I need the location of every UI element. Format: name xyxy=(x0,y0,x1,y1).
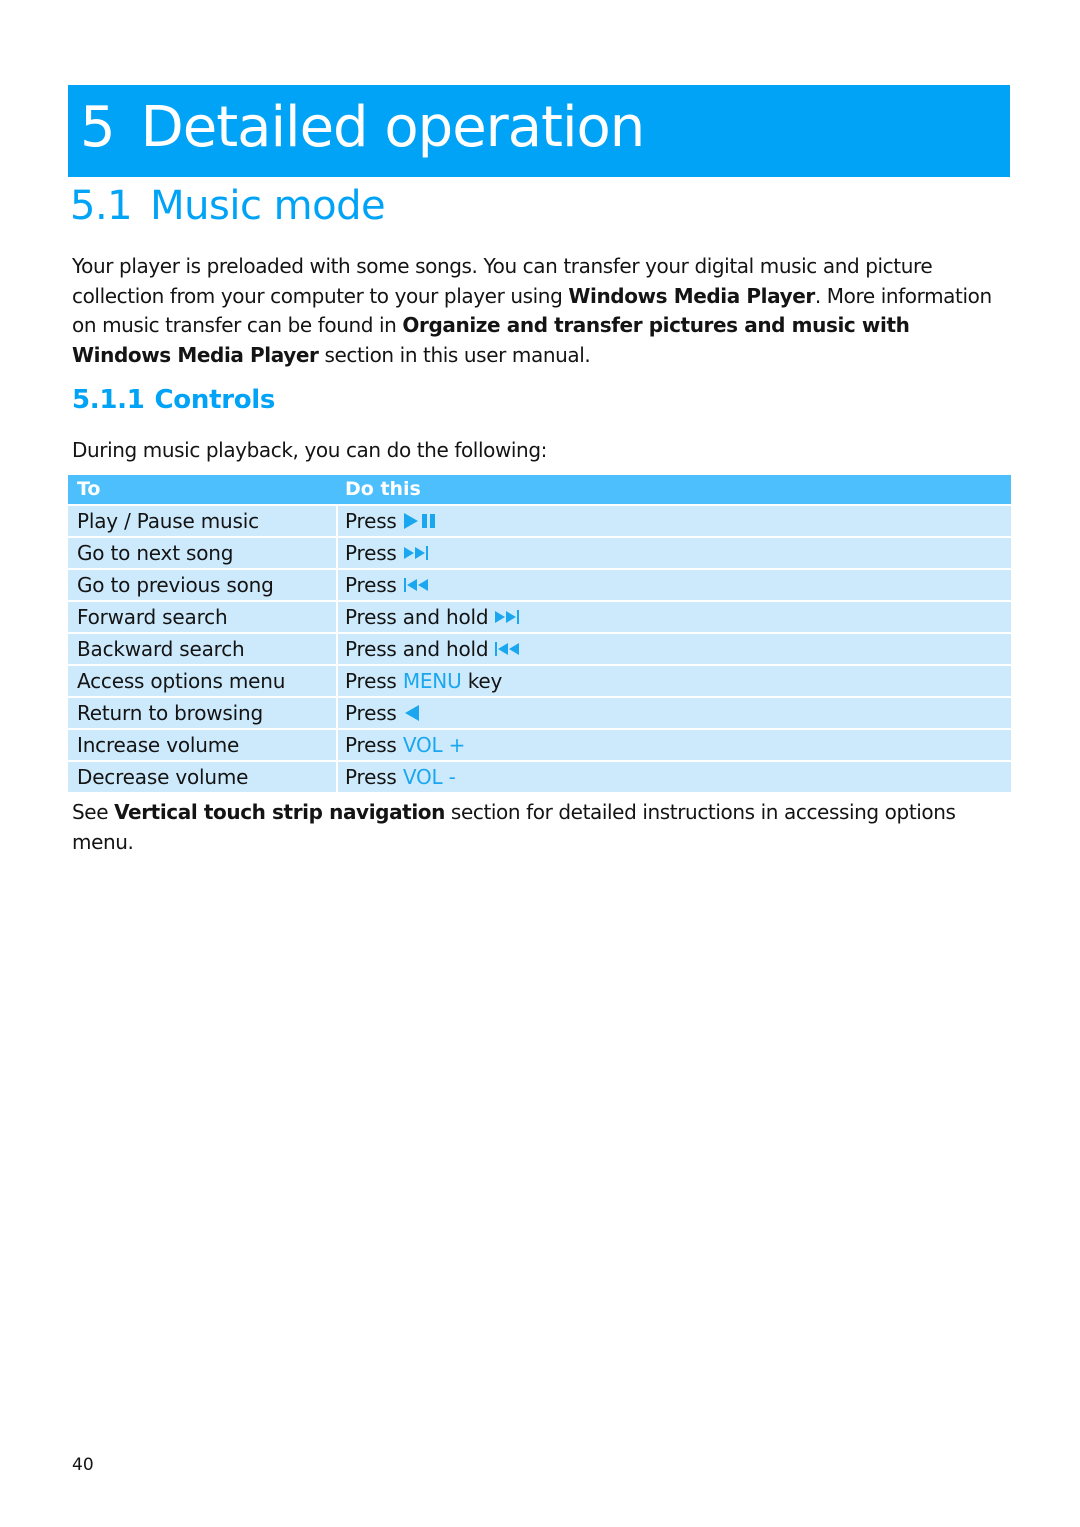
cell-to: Forward search xyxy=(68,601,338,634)
note-bold-section-ref: Vertical touch strip navigation xyxy=(114,800,445,824)
cell-do-this: Press MENU key xyxy=(337,665,1011,698)
key-name: VOL - xyxy=(402,765,456,789)
action-text: Press xyxy=(345,669,397,693)
cell-do-this: Press xyxy=(337,569,1011,602)
cell-to: Backward search xyxy=(68,633,338,666)
key-name: MENU xyxy=(402,669,462,693)
column-header-to: To xyxy=(68,475,338,506)
note-paragraph: See Vertical touch strip navigation sect… xyxy=(72,798,1012,857)
chapter-title: 5 Detailed operation xyxy=(80,92,646,164)
column-header-do-this: Do this xyxy=(337,475,1011,506)
table-row: Go to next song Press xyxy=(68,537,1011,570)
previous-track-icon xyxy=(403,577,431,593)
subsection-number: 5.1.1 xyxy=(72,385,145,415)
action-text: Press xyxy=(345,765,397,789)
next-track-icon xyxy=(403,545,431,561)
lead-text: During music playback, you can do the fo… xyxy=(72,438,547,462)
action-text: Press and hold xyxy=(345,637,489,661)
table-row: Access options menu Press MENU key xyxy=(68,665,1011,698)
cell-to: Increase volume xyxy=(68,729,338,762)
intro-paragraph: Your player is preloaded with some songs… xyxy=(72,252,1012,370)
action-suffix: key xyxy=(467,669,503,693)
previous-track-icon xyxy=(494,641,522,657)
cell-to: Go to next song xyxy=(68,537,338,570)
chapter-title-text: Detailed operation xyxy=(140,95,646,160)
section-title: 5.1 Music mode xyxy=(70,180,386,232)
table-header-row: To Do this xyxy=(68,475,1011,506)
cell-do-this: Press xyxy=(337,537,1011,570)
action-text: Press xyxy=(345,573,397,597)
action-text: Press xyxy=(345,509,397,533)
chapter-number: 5 xyxy=(80,95,116,160)
table-row: Go to previous song Press xyxy=(68,569,1011,602)
cell-do-this: Press VOL + xyxy=(337,729,1011,762)
cell-do-this: Press xyxy=(337,505,1011,538)
page-number: 40 xyxy=(72,1455,94,1475)
intro-bold-wmp: Windows Media Player xyxy=(568,283,815,308)
cell-to: Go to previous song xyxy=(68,569,338,602)
table-row: Decrease volume Press VOL - xyxy=(68,761,1011,794)
table-row: Backward search Press and hold xyxy=(68,633,1011,666)
key-name: VOL + xyxy=(402,733,466,757)
next-track-icon xyxy=(494,609,522,625)
subsection-title-text: Controls xyxy=(154,385,276,415)
intro-text: section in this user manual. xyxy=(318,342,591,367)
cell-to: Return to browsing xyxy=(68,697,338,730)
table-row: Increase volume Press VOL + xyxy=(68,729,1011,762)
action-text: Press and hold xyxy=(345,605,489,629)
cell-do-this: Press and hold xyxy=(337,633,1011,666)
cell-to: Play / Pause music xyxy=(68,505,338,538)
note-text: See xyxy=(72,800,115,824)
table-row: Return to browsing Press xyxy=(68,697,1011,730)
table-row: Play / Pause music Press xyxy=(68,505,1011,538)
section-title-text: Music mode xyxy=(150,183,386,229)
back-arrow-icon xyxy=(403,704,421,722)
cell-do-this: Press and hold xyxy=(337,601,1011,634)
cell-do-this: Press VOL - xyxy=(337,761,1011,794)
controls-table: To Do this Play / Pause music Press Go to … xyxy=(68,475,1011,794)
play-pause-icon xyxy=(403,512,437,530)
action-text: Press xyxy=(345,701,397,725)
section-number: 5.1 xyxy=(70,183,133,229)
subsection-title: 5.1.1 Controls xyxy=(72,380,275,420)
table-row: Forward search Press and hold xyxy=(68,601,1011,634)
cell-to: Decrease volume xyxy=(68,761,338,794)
cell-do-this: Press xyxy=(337,697,1011,730)
action-text: Press xyxy=(345,541,397,565)
cell-to: Access options menu xyxy=(68,665,338,698)
action-text: Press xyxy=(345,733,397,757)
